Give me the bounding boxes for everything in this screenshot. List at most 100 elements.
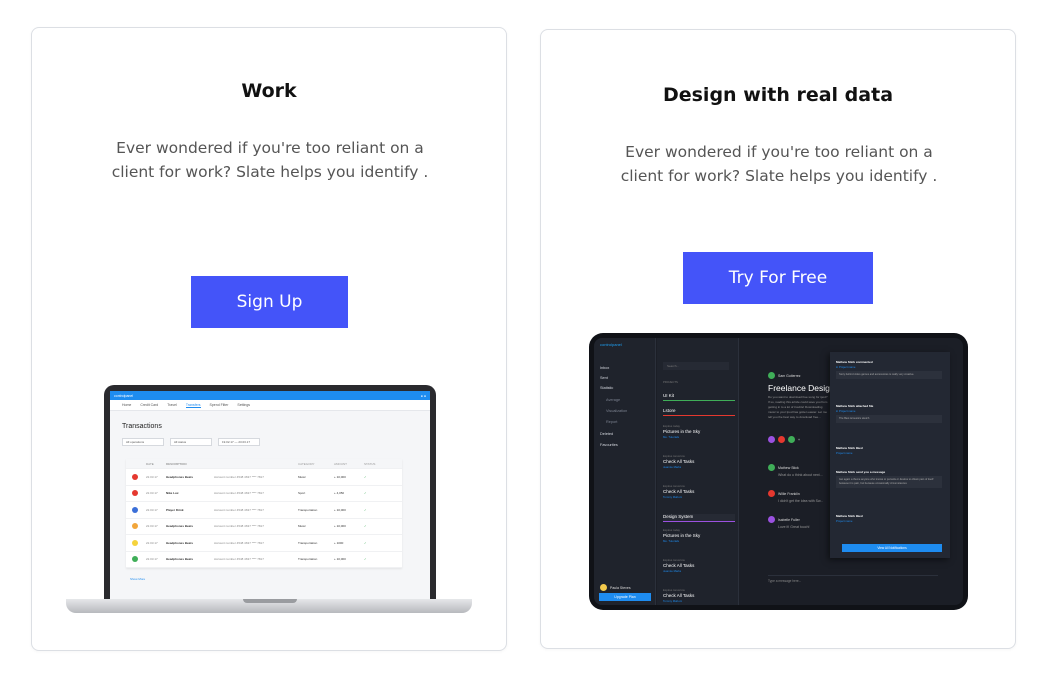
tablet-project-list: Search... PROJECTS UI Kit Lstore Expires… [657, 338, 739, 605]
chat-author: Sam Gutierrez [768, 372, 801, 379]
tab-spend-filter: Spend Filter [209, 403, 229, 407]
table-row: 22.03.17 Headphones Beats Account number 4… [126, 535, 402, 552]
show-more-link: Show More [130, 577, 146, 581]
chat-heading: Freelance Design [768, 383, 835, 393]
chat-message: Isabelle Fuller [768, 516, 800, 523]
bell-icon: ● ● [420, 393, 426, 398]
view-all-notifications-button: View All Notifications [842, 544, 942, 552]
nav-visualization: Visualization [606, 409, 628, 413]
row-date: 22.03.17 [146, 507, 158, 512]
notification: Mathew Stick liked Project name [836, 446, 863, 455]
sign-up-button[interactable]: Sign Up [191, 276, 348, 328]
row-date: 22.03.17 [146, 524, 158, 529]
merchant-icon [132, 473, 138, 480]
table-row: 22.03.17 Player Drink Account number 4548 … [126, 502, 402, 519]
row-date: 22.03.17 [146, 491, 158, 496]
status-check-icon: ✓ [364, 507, 367, 512]
chat-message: Willie Franklin [768, 490, 800, 497]
tablet-search: Search... [663, 362, 729, 370]
merchant-icon [132, 506, 138, 513]
nav-sent: Sent [600, 376, 608, 380]
tab-transfers: Transfers [185, 402, 201, 408]
upgrade-plan-button: Upgrade Plan [599, 593, 651, 601]
row-category: Sport [298, 491, 306, 496]
status-check-icon: ✓ [364, 557, 367, 562]
row-account: Account number 4548 4637 **** 7817 [214, 474, 264, 479]
chat-message: Mathew Stick [768, 464, 799, 471]
merchant-icon [132, 490, 138, 497]
row-amount: + 10,000 [334, 507, 346, 512]
row-account: Account number 4548 4637 **** 7817 [214, 540, 264, 545]
tab-home: Home [122, 403, 132, 407]
nav-deleted: Deleted [600, 432, 614, 436]
row-date: 22.03.17 [146, 474, 158, 479]
row-date: 22.03.17 [146, 557, 158, 562]
row-name: Headphones Beats [166, 540, 194, 545]
list-item: Expires tomorrow Check All Tasks Tommy M… [663, 588, 695, 603]
row-amount: + 10,000 [334, 524, 346, 529]
chat-message-text: I didn't get the idea with Sw... [778, 499, 824, 503]
row-category: Transportation [298, 507, 318, 512]
merchant-icon [132, 539, 138, 546]
operations-filter: All operations [122, 438, 164, 446]
list-item: Expires tomorrow Check All Tasks Tommy M… [663, 484, 695, 499]
user-profile: Paula Steves [600, 584, 631, 591]
nav-favourites: Favourites [600, 443, 618, 447]
tablet-sidebar: controlpanel Inbox Sent Statistic Averag… [594, 338, 656, 605]
section-design-system: Design System [663, 514, 735, 522]
tablet-screenshot: controlpanel Inbox Sent Statistic Averag… [589, 333, 968, 610]
row-account: Account number 4548 4637 **** 7817 [214, 557, 264, 562]
laptop-notch [243, 599, 297, 603]
try-for-free-button[interactable]: Try For Free [683, 252, 873, 304]
nav-average: Average [606, 398, 621, 402]
table-header: DATE DESCRIPTION CATEGORY AMOUNT STATUS [126, 459, 402, 469]
work-card-title: Work [241, 80, 297, 102]
tab-travel: Travel [167, 403, 177, 407]
tablet-app-logo: controlpanel [600, 342, 622, 347]
nav-report: Report [606, 420, 618, 424]
row-name: Headphones Beats [166, 557, 194, 562]
row-name: Headphones Beats [166, 474, 194, 479]
notification: Mathew Stick liked Project name [836, 514, 863, 523]
laptop-app-logo: controlpanel [114, 393, 134, 398]
chat-body: Do you want to download free song for ip… [768, 395, 828, 419]
row-amount: + 1000 [334, 540, 344, 545]
merchant-icon [132, 556, 138, 563]
table-row: 22.03.17 Nike Lux Account number 4548 4637… [126, 486, 402, 502]
list-item: Expires today Pictures in the Sky Mo. Tu… [663, 424, 701, 439]
reaction-avatars: + [768, 436, 800, 443]
laptop-screenshot: controlpanel ● ● Home Credit Card Travel … [104, 385, 436, 599]
notification: Mathew Stick send you a message Get agai… [836, 470, 942, 488]
status-check-icon: ✓ [364, 524, 367, 529]
projects-heading: PROJECTS [663, 380, 678, 384]
chat-message-text: What do u think about next... [778, 473, 823, 477]
nav-statistic: Statistic [600, 386, 614, 390]
table-row: 22.03.17 Headphones Beats Account number 4… [126, 552, 402, 568]
list-item: Expires tomorrow Check All Tasks Jeannie… [663, 558, 695, 573]
notification: Mathew Stick attached file in Project na… [836, 404, 942, 423]
tab-settings: Settings [237, 403, 251, 407]
list-item: Expires today Pictures in the Sky Mo. Tu… [663, 528, 701, 543]
row-category: Music [298, 524, 306, 529]
row-name: Headphones Beats [166, 524, 194, 529]
chat-message-text: Love it! Great touch! [778, 525, 810, 529]
tab-credit-card: Credit Card [140, 403, 159, 407]
list-item: Expires tomorrow Check All Tasks Jeannie… [663, 454, 695, 469]
row-account: Account number 4548 4637 **** 7817 [214, 491, 264, 496]
row-amount: + 10,000 [334, 557, 346, 562]
merchant-icon [132, 523, 138, 530]
message-input: Type a message here... [768, 575, 938, 585]
row-account: Account number 4548 4637 **** 7817 [214, 524, 264, 529]
design-card: Design with real data Ever wondered if y… [540, 29, 1016, 649]
row-name: Player Drink [166, 507, 184, 512]
status-check-icon: ✓ [364, 474, 367, 479]
work-card-description: Ever wondered if you're too reliant on a… [111, 139, 429, 181]
section-lstore: Lstore [663, 408, 735, 416]
row-category: Transportation [298, 557, 318, 562]
section-ui-kit: UI Kit [663, 393, 735, 401]
design-card-title: Design with real data [662, 84, 894, 106]
row-amount: + 10,000 [334, 474, 346, 479]
status-check-icon: ✓ [364, 491, 367, 496]
avatar [600, 584, 607, 591]
row-date: 22.03.17 [146, 540, 158, 545]
